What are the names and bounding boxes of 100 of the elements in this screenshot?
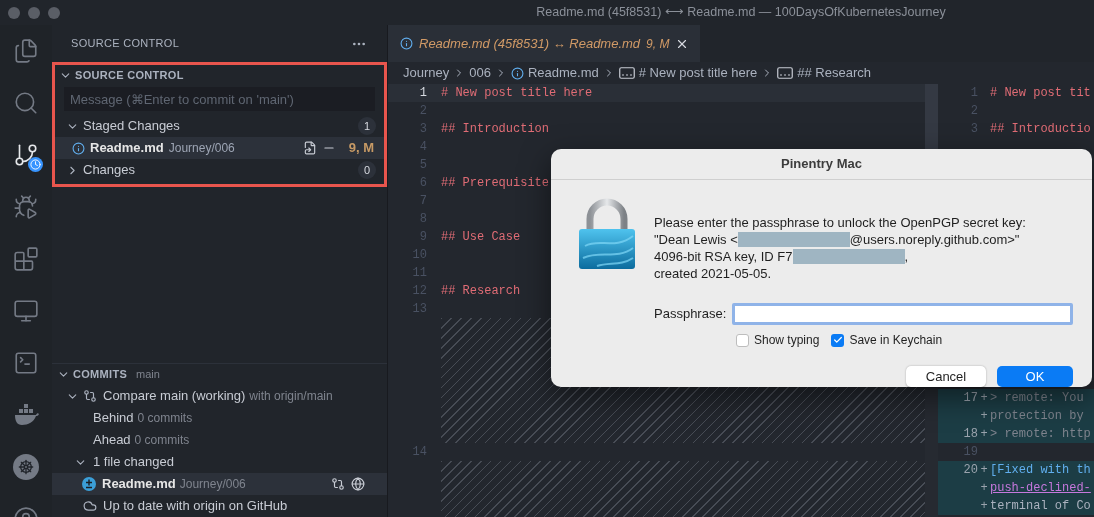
code-text: # New post title here <box>441 85 593 102</box>
tree-label: Readme.md <box>102 475 176 494</box>
problem-count: 9, M <box>646 35 670 53</box>
file-arrow-icon[interactable] <box>302 141 317 155</box>
code-text: ## Prerequisite <box>441 175 550 192</box>
code-text: > remote: http <box>990 426 1091 443</box>
code-text: protection by <box>990 408 1084 425</box>
code-text: ## Introduction <box>441 121 550 138</box>
checkbox[interactable] <box>831 333 845 347</box>
cancel-button[interactable]: Cancel <box>906 366 986 387</box>
run-debug-icon[interactable] <box>13 194 39 220</box>
symbol-icon <box>777 67 794 79</box>
info-icon <box>510 66 524 80</box>
tree-item[interactable]: 1 file changed <box>52 451 387 473</box>
ok-button[interactable]: OK <box>997 366 1073 387</box>
close-window-button[interactable] <box>8 6 20 19</box>
diff-marker: + <box>979 480 989 497</box>
tree-label: 1 file changed <box>93 453 174 472</box>
count-badge: 1 <box>358 117 376 135</box>
message-text: , <box>904 247 909 266</box>
search-icon[interactable] <box>13 90 39 116</box>
cloud-icon <box>83 499 97 513</box>
breadcrumb[interactable]: # New post title here <box>638 63 758 83</box>
message-text: @users.noreply.github.com>" <box>849 230 1020 249</box>
compare-icon[interactable] <box>331 477 345 491</box>
section-title[interactable]: COMMITS <box>73 366 128 383</box>
code-text: terminal of Co <box>990 498 1091 515</box>
whale-icon[interactable] <box>13 402 39 428</box>
count-badge: 0 <box>358 161 376 179</box>
files-icon[interactable] <box>13 38 39 64</box>
checkbox-label[interactable]: Show typing <box>754 331 820 349</box>
compare-icon <box>83 389 97 403</box>
extensions-icon[interactable] <box>13 246 39 272</box>
line-number: 20 <box>962 462 978 479</box>
tree-detail: 0 commits <box>137 410 193 427</box>
message-text: created 2021-05-05. <box>654 264 772 283</box>
code-text: ## Introductio <box>990 121 1091 138</box>
info-icon <box>72 141 85 155</box>
dialog-title: Pinentry Mac <box>781 155 862 174</box>
group-row[interactable]: Staged Changes 1 <box>55 115 384 137</box>
group-label: Changes <box>83 161 136 180</box>
code-text: # New post tit <box>990 85 1091 102</box>
field-label: Passphrase: <box>654 305 727 324</box>
line-number: 1 <box>418 85 428 102</box>
tree-item[interactable]: Ahead 0 commits <box>52 429 387 451</box>
commit-message-field[interactable]: Message (⌘Enter to commit on 'main') <box>64 87 375 111</box>
tree-item[interactable]: Up to date with origin on GitHub <box>52 495 387 517</box>
tree-item[interactable]: Compare main (working) with origin/main <box>52 385 387 407</box>
code-text: ## Research <box>441 283 521 300</box>
padlock-icon <box>577 198 637 270</box>
monitor-icon[interactable] <box>13 298 39 324</box>
editor-tab[interactable]: Readme.md (45f8531) ↔ Readme.md 9, M <box>388 25 700 62</box>
breadcrumb[interactable]: Readme.md <box>527 63 599 83</box>
tree-item[interactable]: Readme.md Journey/006 <box>52 473 387 495</box>
branch-name: main <box>136 367 160 383</box>
group-row[interactable]: Changes 0 <box>55 159 384 181</box>
breadcrumb[interactable]: 006 <box>469 63 491 83</box>
line-number: 18 <box>962 426 978 443</box>
message-text: "Dean Lewis < <box>654 230 738 249</box>
tree-detail: with origin/main <box>249 388 333 405</box>
message-text: 4096-bit RSA key, ID F7 <box>654 247 793 266</box>
group-label: Staged Changes <box>83 117 180 136</box>
minimize-window-button[interactable] <box>28 6 40 19</box>
tree-label: Compare main (working) <box>103 387 246 406</box>
diff-icon <box>82 477 96 491</box>
zoom-window-button[interactable] <box>48 6 60 19</box>
diff-marker: + <box>979 462 989 479</box>
passphrase-field[interactable] <box>732 303 1073 325</box>
checkbox[interactable] <box>736 333 749 347</box>
terminal-icon[interactable] <box>13 350 39 376</box>
window-title: Readme.md (45f8531) ⟷ Readme.md — 100DaysOfKubernetesJourney <box>536 4 946 22</box>
diff-marker: + <box>979 390 989 407</box>
symbol-icon <box>618 67 635 79</box>
code-text: push-declined- <box>990 480 1091 497</box>
tree-label: Ahead <box>93 431 131 450</box>
globe-icon[interactable] <box>351 477 365 491</box>
info-icon <box>400 37 413 50</box>
file-path: Journey/006 <box>168 140 235 157</box>
tree-label: Behind <box>93 409 134 428</box>
code-text: ## Use Case <box>441 229 521 246</box>
diff-marker: + <box>979 498 989 515</box>
tree-item[interactable]: Behind 0 commits <box>52 407 387 429</box>
diff-marker: + <box>979 426 989 443</box>
tree-detail: 0 commits <box>134 432 190 449</box>
breadcrumb[interactable]: ## Research <box>797 63 871 83</box>
code-text: [Fixed with th <box>990 462 1091 479</box>
ship-wheel-icon[interactable] <box>13 454 39 480</box>
tree-label: Up to date with origin on GitHub <box>103 497 288 516</box>
code-text: > remote: You <box>990 390 1084 407</box>
file-status: 9, M <box>348 139 374 158</box>
file-name: Readme.md <box>90 139 164 158</box>
diff-marker: + <box>979 408 989 425</box>
message-text: Please enter the passphrase to unlock the OpenPGP secret key: <box>654 213 1026 232</box>
line-number: 17 <box>962 390 978 407</box>
breadcrumb[interactable]: Journey <box>403 63 450 83</box>
checkbox-label[interactable]: Save in Keychain <box>849 331 943 349</box>
sidebar-title: SOURCE CONTROL <box>71 36 180 52</box>
section-title[interactable]: SOURCE CONTROL <box>75 66 184 84</box>
file-row[interactable]: Readme.md Journey/006 9, M <box>55 137 384 159</box>
tree-detail: Journey/006 <box>179 476 246 493</box>
